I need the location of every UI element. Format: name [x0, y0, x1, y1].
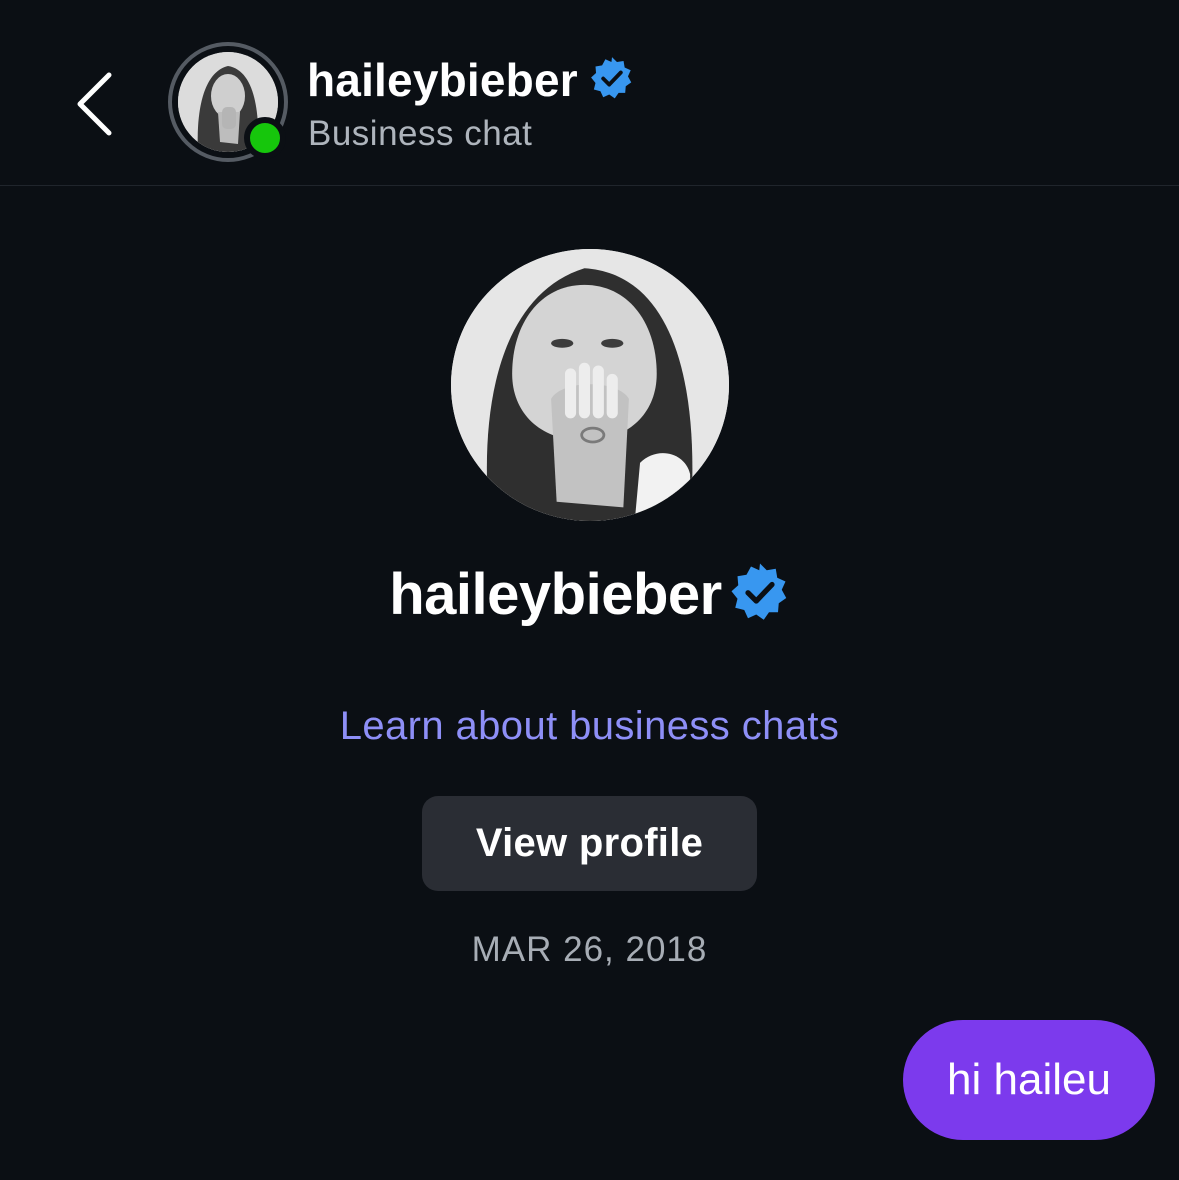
outgoing-message-bubble[interactable]: hi haileu	[903, 1020, 1155, 1140]
online-status-indicator	[244, 117, 286, 159]
back-button[interactable]	[62, 62, 122, 142]
view-profile-button[interactable]: View profile	[422, 796, 757, 891]
profile-name-row: haileybieber	[0, 556, 1179, 632]
header-username: haileybieber	[307, 54, 578, 106]
header-subtitle: Business chat	[308, 114, 533, 153]
verified-badge-icon	[590, 56, 634, 105]
learn-business-chats-link[interactable]: Learn about business chats	[0, 704, 1179, 749]
profile-username: haileybieber	[389, 561, 722, 627]
header-title[interactable]: haileybieber	[307, 50, 634, 110]
chat-header: haileybieber Business chat	[0, 0, 1179, 186]
profile-photo	[451, 249, 729, 521]
message-text: hi haileu	[947, 1055, 1111, 1104]
profile-avatar-large[interactable]	[451, 249, 729, 521]
chat-date-divider: MAR 26, 2018	[471, 930, 708, 969]
chevron-left-icon	[77, 72, 112, 136]
verified-badge-icon	[730, 562, 790, 627]
